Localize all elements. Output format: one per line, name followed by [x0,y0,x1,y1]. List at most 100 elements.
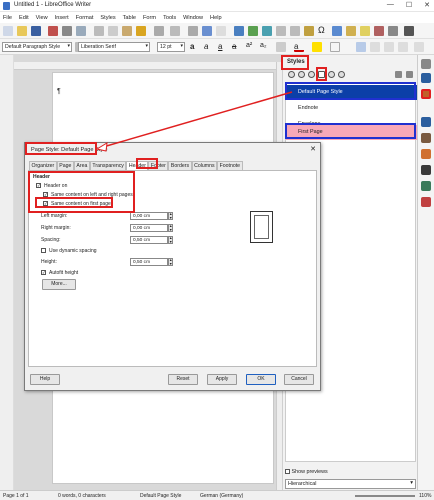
redo-icon[interactable] [170,26,180,36]
highlight-color-icon[interactable] [312,42,322,52]
right-margin-stepper[interactable]: ▲ ▼ [168,224,173,232]
maximize-icon[interactable]: ☐ [406,1,412,9]
tab-footnote[interactable]: Footnote [217,161,243,170]
design-icon[interactable] [421,197,431,207]
height-stepper[interactable]: ▲ ▼ [168,258,173,266]
dynamic-spacing-checkbox[interactable] [41,248,46,253]
menu-help[interactable]: Help [210,15,222,21]
manage-changes-icon[interactable] [421,181,431,191]
paragraph-style-select[interactable]: Default Paragraph Style ▾ [2,42,72,52]
cancel-button[interactable]: Cancel [284,374,314,385]
properties-icon[interactable] [421,73,431,83]
page-break-icon[interactable] [290,26,300,36]
align-center-icon[interactable] [370,42,380,52]
left-margin-stepper[interactable]: ▲ ▼ [168,212,173,220]
show-previews-checkbox[interactable] [285,469,290,475]
style-actions-icon[interactable] [406,71,413,78]
page-icon[interactable] [421,149,431,159]
word-count[interactable]: 0 words, 0 characters [58,493,106,499]
style-filter-select[interactable]: Hierarchical ▾ [285,479,416,489]
insert-chart-icon[interactable] [262,26,272,36]
special-character-icon[interactable]: Ω [318,25,328,35]
line-spacing-icon[interactable] [414,42,424,52]
style-item-endnote[interactable]: Endnote [286,101,417,116]
strikethrough-icon[interactable]: a [232,42,242,52]
draw-functions-icon[interactable] [404,26,414,36]
menu-table[interactable]: Table [123,15,136,21]
page-count[interactable]: Page 1 of 1 [3,493,29,499]
menu-window[interactable]: Window [183,15,203,21]
justify-icon[interactable] [398,42,408,52]
export-pdf-icon[interactable] [48,26,58,36]
page-style-status[interactable]: Default Page Style [140,493,181,499]
tab-header[interactable]: Header [126,161,149,170]
spacing-stepper[interactable]: ▲ ▼ [168,236,173,244]
menu-edit[interactable]: Edit [19,15,29,21]
dialog-close-icon[interactable]: ✕ [310,145,316,153]
close-icon[interactable]: ✕ [424,1,430,9]
apply-button[interactable]: Apply [207,374,237,385]
new-document-icon[interactable] [3,26,13,36]
menu-view[interactable]: View [36,15,48,21]
underline-icon[interactable]: a [218,42,228,52]
navigator-icon[interactable] [421,133,431,143]
tab-transparency[interactable]: Transparency [89,161,127,170]
help-button[interactable]: Help [30,374,60,385]
autofit-checkbox[interactable]: ✓ [41,270,46,275]
bold-icon[interactable]: a [190,42,200,52]
right-margin-input[interactable]: 0,00 cm [130,224,168,232]
minimize-icon[interactable]: — [387,1,394,9]
language-status[interactable]: German (Germany) [200,493,243,499]
paragraph-styles-icon[interactable] [288,71,295,78]
menu-file[interactable]: File [3,15,12,21]
same-first-checkbox[interactable]: ✓ [43,201,48,206]
formatting-marks-icon[interactable] [216,26,226,36]
left-margin-input[interactable]: 0,00 cm [130,212,168,220]
footnote-icon[interactable] [346,26,356,36]
table-styles-icon[interactable] [338,71,345,78]
subscript-icon[interactable]: a₂ [260,42,270,52]
gallery-icon[interactable] [421,117,431,127]
print-preview-icon[interactable] [76,26,86,36]
print-icon[interactable] [62,26,72,36]
clear-formatting-icon[interactable] [276,42,286,52]
paste-icon[interactable] [122,26,132,36]
insert-textbox-icon[interactable] [276,26,286,36]
more-button[interactable]: More... [42,279,76,290]
character-styles-icon[interactable] [298,71,305,78]
find-replace-icon[interactable] [188,26,198,36]
character-shading-icon[interactable] [330,42,340,52]
style-inspector-icon[interactable] [421,165,431,175]
insert-image-icon[interactable] [248,26,258,36]
clone-formatting-icon[interactable] [136,26,146,36]
save-icon[interactable] [31,26,41,36]
insert-table-icon[interactable] [234,26,244,36]
italic-icon[interactable]: a [204,42,214,52]
style-item-first-page[interactable]: First Page [286,125,417,140]
spelling-icon[interactable] [202,26,212,36]
tab-area[interactable]: Area [73,161,90,170]
font-size-select[interactable]: 12 pt ▾ [157,42,185,52]
page-styles-icon[interactable] [318,71,325,78]
font-name-select[interactable]: Liberation Serif ▾ [78,42,150,52]
menu-tools[interactable]: Tools [163,15,176,21]
undo-icon[interactable] [154,26,164,36]
ok-button[interactable]: OK [246,374,276,385]
align-left-icon[interactable] [356,42,366,52]
reset-button[interactable]: Reset [168,374,198,385]
tab-footer[interactable]: Footer [148,161,169,170]
styles-deck-icon[interactable] [421,89,431,99]
zoom-level[interactable]: 110% [419,493,431,499]
font-color-icon[interactable]: a [294,42,304,52]
show-previews-option[interactable]: Show previews [285,469,328,475]
list-styles-icon[interactable] [328,71,335,78]
menu-insert[interactable]: Insert [55,15,69,21]
frame-styles-icon[interactable] [308,71,315,78]
basic-shapes-icon[interactable] [388,26,398,36]
menu-styles[interactable]: Styles [100,15,115,21]
superscript-icon[interactable]: a² [246,42,256,52]
zoom-slider[interactable] [355,495,415,497]
track-changes-icon[interactable] [374,26,384,36]
fill-format-mode-icon[interactable] [395,71,402,78]
header-on-checkbox[interactable]: ✓ [36,183,41,188]
